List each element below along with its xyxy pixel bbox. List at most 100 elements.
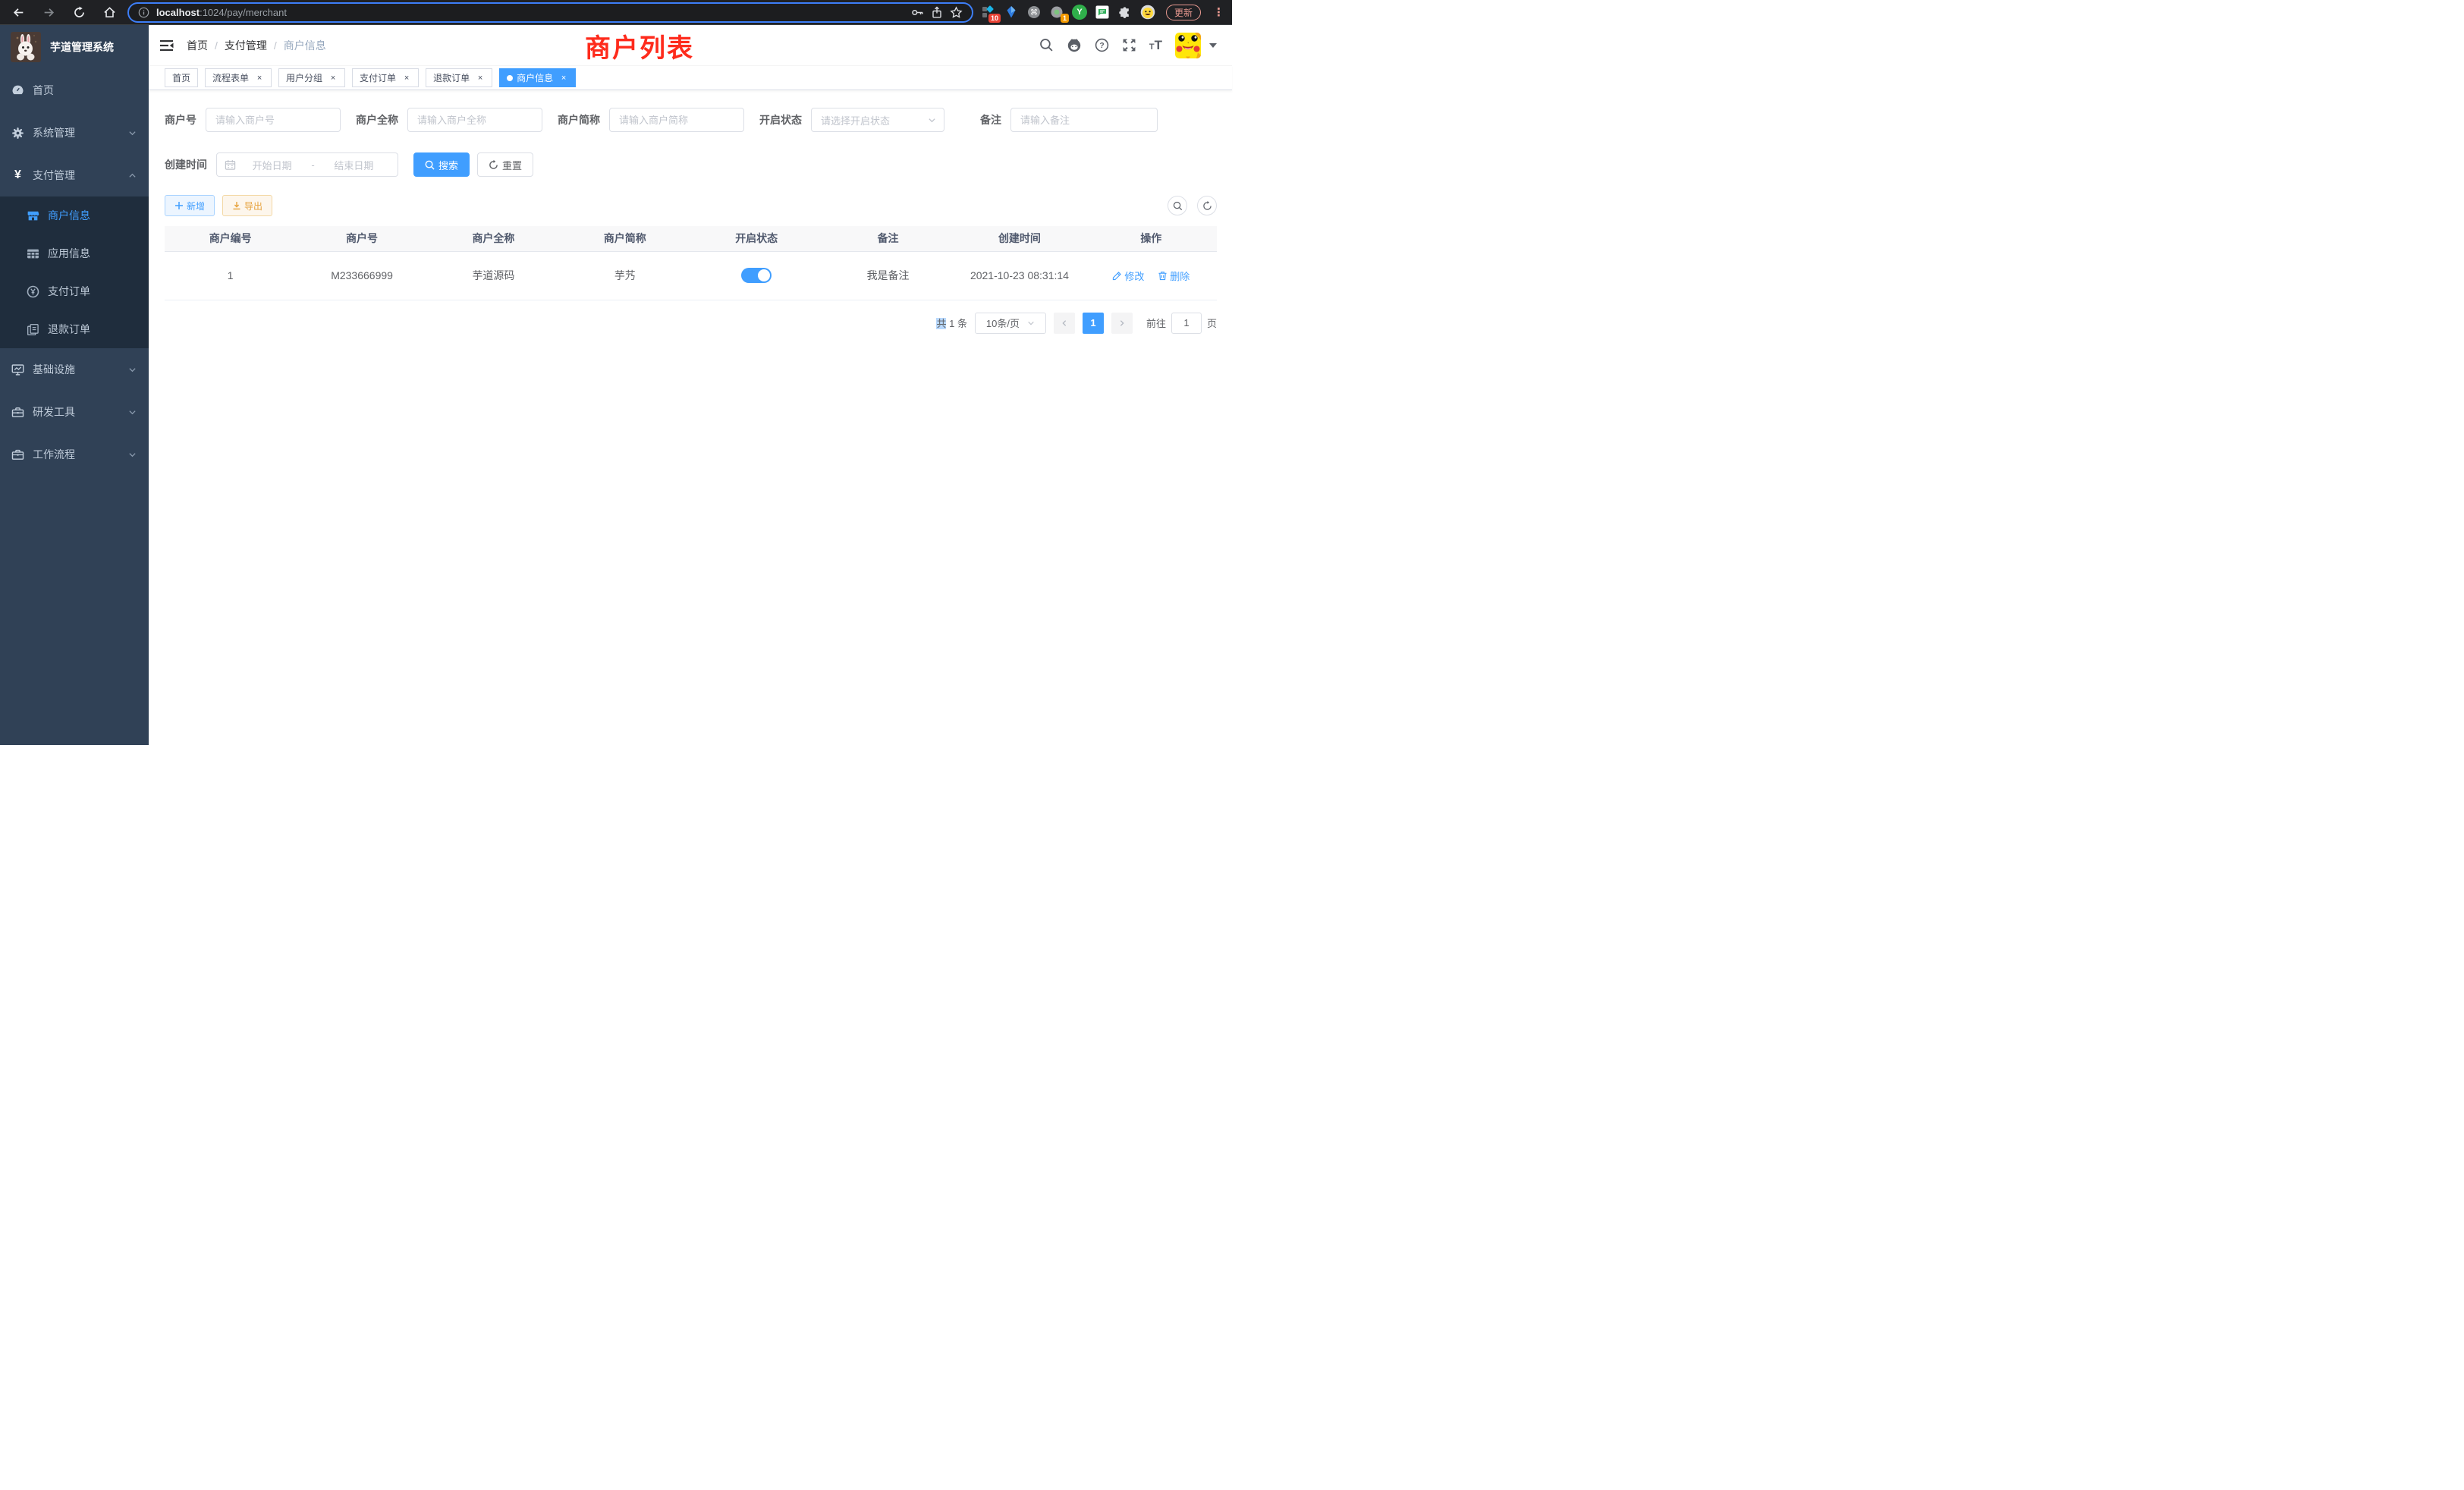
bookmark-star-icon[interactable]: [950, 6, 963, 19]
sidebar-submenu-pay: 商户信息 应用信息 支付订单 退款订单: [0, 196, 149, 348]
help-doc-button[interactable]: ?: [1095, 38, 1109, 52]
address-bar[interactable]: localhost:1024/pay/merchant: [127, 2, 973, 23]
col-short-name: 商户简称: [559, 226, 690, 251]
create-time-range-picker[interactable]: 开始日期 - 结束日期: [216, 152, 398, 177]
tab-close-icon[interactable]: ×: [328, 74, 338, 83]
site-info-icon[interactable]: [138, 7, 149, 18]
header-search-button[interactable]: [1039, 38, 1054, 52]
add-button[interactable]: 新增: [165, 195, 215, 216]
page-number-1[interactable]: 1: [1083, 313, 1104, 334]
sidebar-item-infra[interactable]: 基础设施: [0, 348, 149, 391]
y-letter-icon: Y: [1072, 5, 1087, 20]
browser-home-button[interactable]: [94, 2, 124, 22]
yen-circle-icon: [27, 285, 39, 298]
remark-input[interactable]: [1010, 108, 1158, 132]
monitor-icon: [11, 363, 24, 376]
sidebar-item-pay[interactable]: ¥ 支付管理: [0, 154, 149, 196]
briefcase-icon: [11, 448, 24, 461]
tab-home[interactable]: 首页: [165, 68, 198, 87]
extension-session-icon[interactable]: 1: [1049, 5, 1064, 20]
browser-toolbar: localhost:1024/pay/merchant 10 ⌘ 1 Y: [0, 0, 1232, 25]
extension-badge: 1: [1061, 14, 1069, 23]
filter-row-2: 创建时间 开始日期 - 结束日期 搜索 重置: [165, 152, 1217, 177]
tab-close-icon[interactable]: ×: [402, 74, 411, 83]
reset-button[interactable]: 重置: [477, 152, 533, 177]
plus-icon: [174, 201, 184, 210]
question-circle-icon: ?: [1095, 38, 1109, 52]
search-button[interactable]: 搜索: [413, 152, 470, 177]
pagination: 共 1 条 10条/页 1 前往 页: [165, 313, 1217, 334]
tab-close-icon[interactable]: ×: [476, 74, 485, 83]
sidebar-logo-row[interactable]: 芋道管理系统: [0, 25, 149, 69]
sidebar: 芋道管理系统 首页 系统管理 ¥ 支付管理 商户信息: [0, 25, 149, 745]
tab-label: 支付订单: [360, 71, 396, 84]
extension-yudao-icon[interactable]: Y: [1072, 5, 1087, 20]
sidebar-item-refund-order[interactable]: 退款订单: [0, 310, 149, 348]
edit-link[interactable]: 修改: [1112, 269, 1144, 283]
fullscreen-button[interactable]: [1122, 38, 1136, 52]
main-panel: 商户列表 首页 / 支付管理 / 商户信息 ?: [149, 25, 1232, 745]
merchant-short-name-input[interactable]: [609, 108, 744, 132]
browser-back-button[interactable]: [3, 2, 33, 22]
url-text[interactable]: localhost:1024/pay/merchant: [156, 7, 287, 18]
cell-merchant-no: M233666999: [296, 251, 427, 300]
share-icon[interactable]: [931, 6, 943, 19]
merchant-no-input[interactable]: [206, 108, 341, 132]
tab-close-icon[interactable]: ×: [559, 74, 568, 83]
browser-reload-button[interactable]: [64, 2, 94, 22]
browser-profile-avatar[interactable]: [1140, 5, 1155, 20]
tab-process-form[interactable]: 流程表单×: [205, 68, 272, 87]
cell-full-name: 芋道源码: [428, 251, 559, 300]
forward-icon: [42, 6, 55, 19]
status-toggle[interactable]: [741, 268, 772, 283]
table-row: 1 M233666999 芋道源码 芋艿 我是备注 2021-10-23 08:…: [165, 251, 1217, 300]
export-button[interactable]: 导出: [222, 195, 272, 216]
page-size-select[interactable]: 10条/页: [975, 313, 1046, 334]
merchant-full-name-input[interactable]: [407, 108, 542, 132]
user-avatar[interactable]: [1175, 33, 1201, 58]
extensions-puzzle-button[interactable]: [1117, 5, 1133, 20]
pikachu-avatar-icon: [1175, 33, 1201, 58]
sidebar-item-pay-order[interactable]: 支付订单: [0, 272, 149, 310]
tab-refund-order[interactable]: 退款订单×: [426, 68, 492, 87]
avatar-caret-icon[interactable]: [1209, 43, 1217, 48]
breadcrumb-current: 商户信息: [284, 38, 326, 53]
sidebar-collapse-button[interactable]: [160, 39, 174, 52]
goto-page-input[interactable]: [1171, 313, 1202, 334]
tab-merchant-info[interactable]: 商户信息×: [499, 68, 576, 87]
browser-menu-button[interactable]: ⋮: [1213, 5, 1224, 19]
breadcrumb-pay[interactable]: 支付管理: [225, 38, 267, 53]
refresh-table-button[interactable]: [1197, 196, 1217, 215]
sidebar-item-system[interactable]: 系统管理: [0, 112, 149, 154]
refresh-icon: [489, 160, 498, 170]
cell-create-time: 2021-10-23 08:31:14: [954, 251, 1085, 300]
sidebar-item-home[interactable]: 首页: [0, 69, 149, 112]
sidebar-item-merchant-info[interactable]: 商户信息: [0, 196, 149, 234]
extension-kite-icon[interactable]: [1004, 5, 1019, 20]
next-page-button[interactable]: [1111, 313, 1133, 334]
tab-pay-order[interactable]: 支付订单 ×: [352, 68, 419, 87]
tab-close-icon[interactable]: ×: [255, 74, 264, 83]
breadcrumb-home[interactable]: 首页: [187, 38, 208, 53]
font-size-button[interactable]: TT: [1149, 38, 1162, 53]
sidebar-item-workflow[interactable]: 工作流程: [0, 433, 149, 476]
status-select[interactable]: 请选择开启状态: [811, 108, 944, 132]
browser-forward-button[interactable]: [33, 2, 64, 22]
github-icon: [1067, 38, 1082, 53]
extension-command-icon[interactable]: ⌘: [1026, 5, 1042, 20]
show-search-toggle-button[interactable]: [1168, 196, 1187, 215]
prev-page-button[interactable]: [1054, 313, 1075, 334]
extension-tabs-icon[interactable]: 10: [981, 5, 996, 20]
extension-chat-icon[interactable]: [1095, 5, 1110, 20]
password-key-icon[interactable]: [911, 6, 924, 19]
tab-user-group[interactable]: 用户分组×: [278, 68, 345, 87]
sidebar-item-app-info[interactable]: 应用信息: [0, 234, 149, 272]
goto-label: 前往: [1146, 316, 1166, 330]
puzzle-icon: [1118, 6, 1131, 19]
sidebar-item-devtools[interactable]: 研发工具: [0, 391, 149, 433]
sidebar-item-label: 系统管理: [33, 125, 128, 140]
delete-link[interactable]: 删除: [1158, 269, 1190, 283]
github-link-button[interactable]: [1067, 38, 1082, 53]
browser-update-button[interactable]: 更新: [1166, 5, 1201, 20]
url-path: :1024/pay/merchant: [200, 7, 287, 18]
